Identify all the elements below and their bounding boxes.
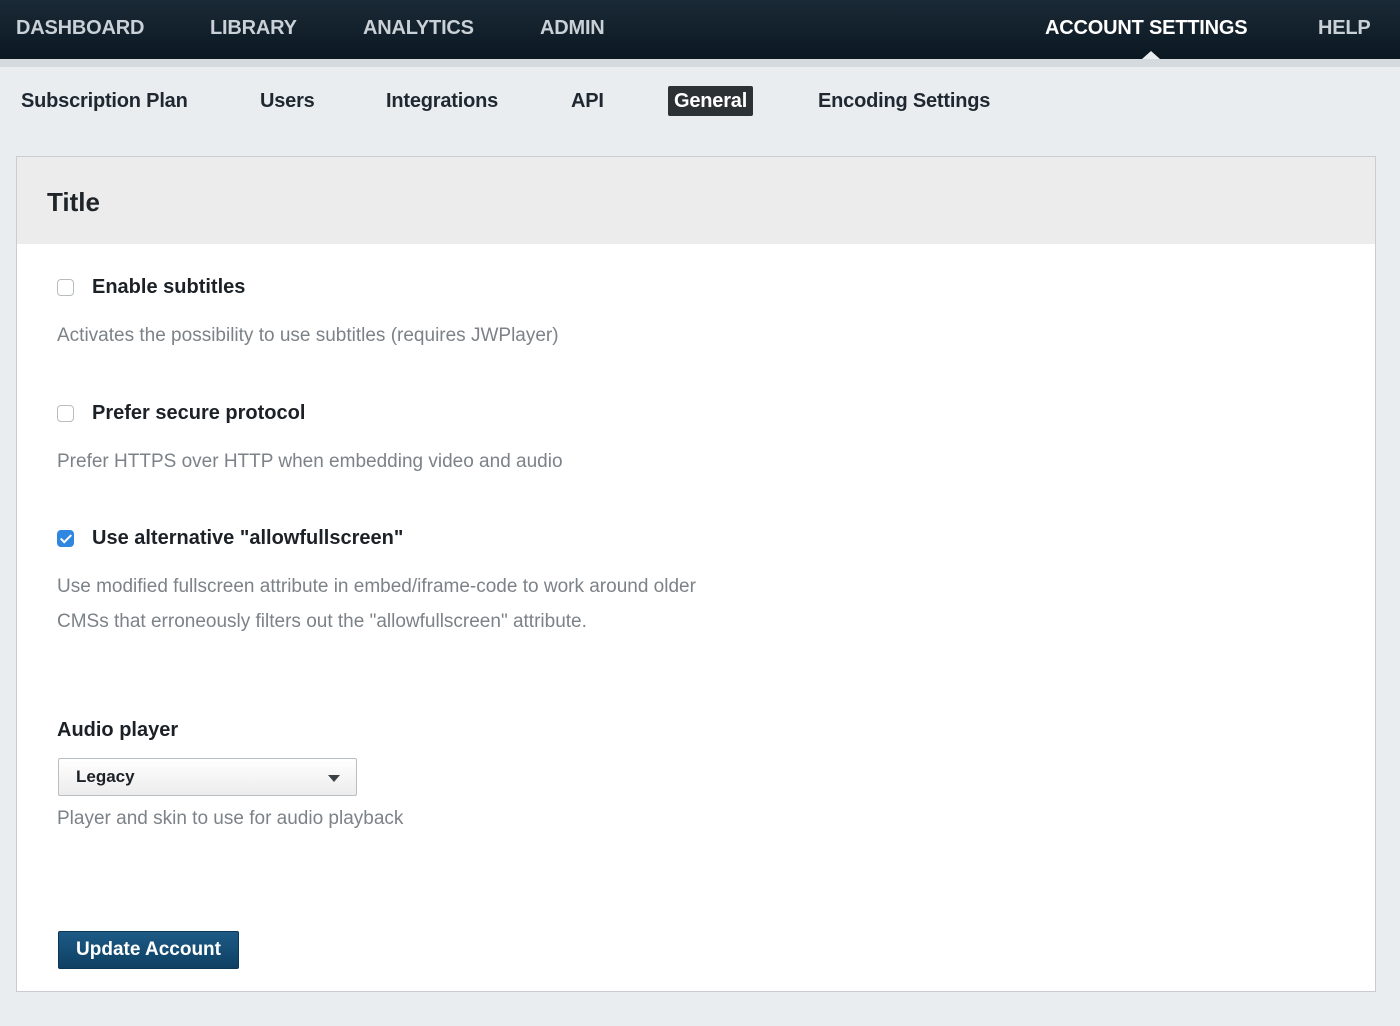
alternative-allowfullscreen-checkbox[interactable]: [57, 530, 74, 547]
option-enable-subtitles[interactable]: Enable subtitles: [57, 276, 245, 299]
alternative-allowfullscreen-description: Use modified fullscreen attribute in emb…: [57, 576, 696, 632]
enable-subtitles-label[interactable]: Enable subtitles: [92, 276, 245, 299]
audio-player-select[interactable]: Legacy: [58, 758, 357, 796]
prefer-secure-protocol-description: Prefer HTTPS over HTTP when embedding vi…: [57, 451, 563, 472]
nav-divider: [0, 59, 1400, 67]
update-account-button[interactable]: Update Account: [58, 931, 239, 969]
top-navigation: DASHBOARD LIBRARY ANALYTICS ADMIN ACCOUN…: [0, 0, 1400, 59]
audio-player-label: Audio player: [57, 719, 179, 741]
top-nav-analytics[interactable]: ANALYTICS: [363, 0, 474, 59]
tab-subscription-plan[interactable]: Subscription Plan: [21, 86, 188, 116]
enable-subtitles-description: Activates the possibility to use subtitl…: [57, 325, 559, 346]
audio-player-help: Player and skin to use for audio playbac…: [57, 808, 404, 829]
prefer-secure-protocol-checkbox[interactable]: [57, 405, 74, 422]
prefer-secure-protocol-label[interactable]: Prefer secure protocol: [92, 402, 305, 425]
option-alternative-allowfullscreen[interactable]: Use alternative "allowfullscreen": [57, 527, 403, 550]
enable-subtitles-checkbox[interactable]: [57, 279, 74, 296]
top-nav-admin[interactable]: ADMIN: [540, 0, 605, 59]
audio-player-selected-value: Legacy: [76, 767, 135, 786]
tab-general[interactable]: General: [668, 86, 754, 116]
settings-panel: Title Enable subtitles Activates the pos…: [16, 156, 1376, 992]
top-nav-dashboard[interactable]: DASHBOARD: [16, 0, 144, 59]
active-indicator-caret: [1142, 51, 1160, 59]
tab-users[interactable]: Users: [260, 86, 315, 116]
chevron-down-icon: [328, 775, 340, 782]
panel-title: Title: [47, 187, 100, 217]
tab-api[interactable]: API: [571, 86, 604, 116]
option-prefer-secure-protocol[interactable]: Prefer secure protocol: [57, 402, 305, 425]
top-nav-library[interactable]: LIBRARY: [210, 0, 297, 59]
top-nav-help[interactable]: HELP: [1318, 0, 1371, 59]
tab-encoding-settings[interactable]: Encoding Settings: [818, 86, 990, 116]
panel-header: Title: [17, 157, 1375, 244]
alternative-allowfullscreen-label[interactable]: Use alternative "allowfullscreen": [92, 527, 403, 550]
tab-integrations[interactable]: Integrations: [386, 86, 498, 116]
